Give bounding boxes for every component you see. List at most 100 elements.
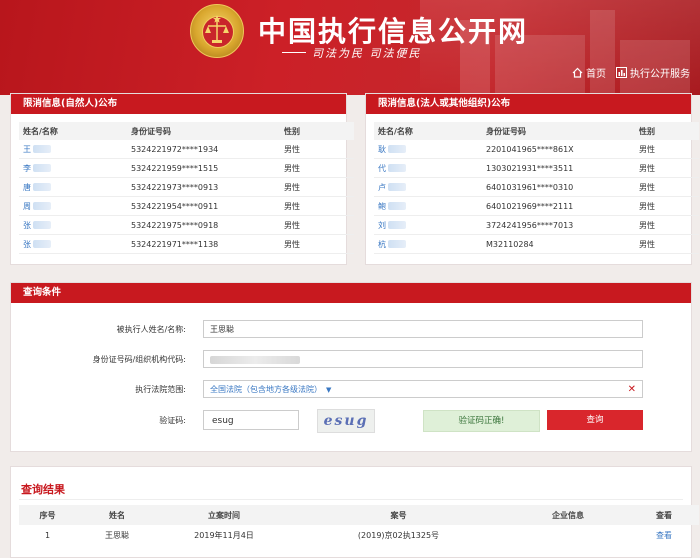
name-text: 刘 [378,220,386,230]
name-text: 卢 [378,182,386,192]
search-button[interactable]: 查询 [547,410,643,430]
captcha-input[interactable]: esug [203,410,299,430]
id-cell: 5324221954****0911 [127,196,280,216]
name-cell[interactable]: 刘 [374,215,482,235]
company-cell [507,525,629,545]
nav-execution-service[interactable]: 执行公开服务 [616,65,690,80]
name-cell[interactable]: 张 [19,215,127,235]
name-cell[interactable]: 卢 [374,177,482,197]
name-cell[interactable]: 王 [19,140,127,159]
name-cell[interactable]: 张 [19,234,127,254]
case-number-cell: (2019)京02执1325号 [357,530,440,540]
panel-title: 限消信息(自然人)公布 [11,94,346,114]
name-cell[interactable]: 耿 [374,140,482,159]
clear-icon[interactable]: ✕ [628,381,636,399]
table-row: 1 王思聪 2019年11月4日 (2019)京02执1325号 查看 [19,525,699,545]
name-text: 李 [23,163,31,173]
table-row[interactable]: 张 5324221971****1138 男性 [19,234,354,254]
query-results-panel: 查询结果 序号 姓名 立案时间 案号 企业信息 查看 1 王思聪 2019年11月4… [10,466,699,558]
name-cell[interactable]: 李 [19,158,127,178]
id-cell: 5324221972****1934 [127,140,280,159]
redacted-name [388,164,406,172]
gender-cell: 男性 [635,140,699,159]
captcha-verified-badge: 验证码正确! [423,410,540,432]
table-row[interactable]: 鲍 6401021969****2111 男性 [374,196,699,216]
column-header: 姓名/名称 [374,122,482,140]
column-header: 姓名 [76,505,158,525]
name-text: 代 [378,163,386,173]
gender-cell: 男性 [280,177,354,197]
redacted-name [33,221,51,229]
column-header: 身份证号码 [127,122,280,140]
nav-home-label: 首页 [586,69,606,80]
results-table: 序号 姓名 立案时间 案号 企业信息 查看 1 王思聪 2019年11月4日 (201… [19,505,699,545]
name-text: 耿 [378,144,386,154]
redacted-name [388,183,406,191]
table-row[interactable]: 周 5324221954****0911 男性 [19,196,354,216]
id-input[interactable] [203,350,643,368]
table-row[interactable]: 唐 5324221973****0913 男性 [19,177,354,197]
name-text: 王 [23,144,31,154]
table-row[interactable]: 张 5324221975****0918 男性 [19,215,354,235]
name-input[interactable]: 王思聪 [203,320,643,338]
table-row[interactable]: 刘 3724241956****7013 男性 [374,215,699,235]
name-text: 张 [23,239,31,249]
site-slogan: 司法为民 司法便民 [312,47,422,60]
panel-title: 查询条件 [11,283,691,303]
table-row[interactable]: 杭 M32110284 男性 [374,234,699,254]
index-cell: 1 [44,530,51,540]
gender-cell: 男性 [280,234,354,254]
id-cell: 1303021931****3511 [482,158,635,178]
view-link[interactable]: 查看 [629,525,699,545]
legal-entity-panel: 限消信息(法人或其他组织)公布 姓名/名称 身份证号码 性别 耿 22010419… [365,93,699,265]
gender-cell: 男性 [280,158,354,178]
name-text: 周 [23,201,31,211]
table-row[interactable]: 卢 6401031961****0310 男性 [374,177,699,197]
gender-cell: 男性 [280,215,354,235]
gender-cell: 男性 [280,140,354,159]
query-conditions-panel: 查询条件 被执行人姓名/名称: 王思聪 身份证号码/组织机构代码: 执行法院范围… [10,282,692,452]
table-row[interactable]: 李 5324221959****1515 男性 [19,158,354,178]
bar-chart-icon [616,67,627,78]
table-row[interactable]: 耿 2201041965****861X 男性 [374,140,699,159]
slogan-divider [282,52,306,53]
id-cell: 5324221975****0918 [127,215,280,235]
redacted-name [388,221,406,229]
id-cell: 5324221973****0913 [127,177,280,197]
court-field-label: 执行法院范围: [135,385,186,394]
gender-cell: 男性 [635,234,699,254]
name-cell[interactable]: 杭 [374,234,482,254]
gender-cell: 男性 [635,196,699,216]
name-cell[interactable]: 代 [374,158,482,178]
column-header: 性别 [635,122,699,140]
name-text: 杭 [378,239,386,249]
name-cell[interactable]: 周 [19,196,127,216]
divider [19,499,683,500]
redacted-name [388,202,406,210]
table-row[interactable]: 代 1303021931****3511 男性 [374,158,699,178]
name-cell[interactable]: 鲍 [374,196,482,216]
column-header: 案号 [290,505,507,525]
id-cell: 5324221959****1515 [127,158,280,178]
legal-entity-table: 姓名/名称 身份证号码 性别 耿 2201041965****861X 男性代 130… [374,122,699,254]
column-header: 序号 [19,505,76,525]
redacted-name [33,164,51,172]
id-field-label: 身份证号码/组织机构代码: [92,355,186,364]
nav-execution-service-label: 执行公开服务 [630,69,690,80]
name-text: 唐 [23,182,31,192]
column-header: 性别 [280,122,354,140]
site-header: 中国执行信息公开网 司法为民 司法便民 首页 执行公开服务 [0,0,700,95]
gender-cell: 男性 [635,158,699,178]
nav-home[interactable]: 首页 [572,65,606,80]
natural-person-table: 姓名/名称 身份证号码 性别 王 5324221972****1934 男性李 532… [19,122,354,254]
table-row[interactable]: 王 5324221972****1934 男性 [19,140,354,159]
name-cell[interactable]: 唐 [19,177,127,197]
name-field-label: 被执行人姓名/名称: [116,325,186,334]
home-icon [572,67,583,78]
court-select[interactable]: 全国法院（包含地方各级法院） ▼ ✕ [203,380,643,398]
redacted-name [33,240,51,248]
gender-cell: 男性 [635,215,699,235]
captcha-image[interactable]: esug [317,409,375,433]
name-cell: 王思聪 [105,530,129,540]
column-header: 查看 [629,505,699,525]
